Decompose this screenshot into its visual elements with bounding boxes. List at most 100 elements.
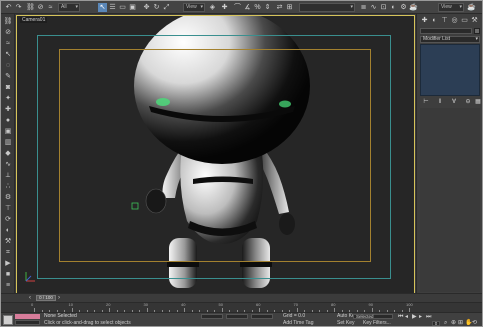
- remove-modifier-icon[interactable]: ⊖: [463, 98, 473, 105]
- named-selection-field[interactable]: ▾: [299, 3, 355, 12]
- link-icon[interactable]: ⛓: [3, 17, 13, 25]
- pivot-center-icon[interactable]: ◈: [208, 3, 217, 12]
- redo-icon[interactable]: ↷: [14, 3, 23, 12]
- curve-editor-icon[interactable]: ∿: [369, 3, 378, 12]
- maxscript-mini-listener-output[interactable]: [15, 314, 40, 319]
- previous-frame-icon[interactable]: ◂: [405, 314, 408, 320]
- select-object-icon[interactable]: ↖: [98, 3, 107, 12]
- utilities-tab-icon[interactable]: ⚒: [470, 16, 479, 25]
- x-coordinate-field[interactable]: [201, 314, 223, 319]
- bone-icon[interactable]: ⟂: [3, 171, 13, 179]
- modifier-list-dropdown[interactable]: Modifier List ▾: [420, 36, 480, 43]
- reference-coordinate-dropdown[interactable]: View ▾: [183, 3, 205, 12]
- sphere-icon[interactable]: ●: [3, 116, 13, 124]
- zoom-all-icon[interactable]: ⊕: [451, 320, 456, 326]
- align-icon[interactable]: ⊞: [285, 3, 294, 12]
- hierarchy-icon[interactable]: ⊤: [3, 204, 13, 212]
- light-icon[interactable]: ✦: [3, 94, 13, 102]
- paint-icon[interactable]: ✎: [3, 72, 13, 80]
- bind-space-warp-icon[interactable]: ≈: [46, 3, 55, 12]
- window-crossing-icon[interactable]: ▣: [128, 3, 137, 12]
- angle-snap-icon[interactable]: ∡: [243, 3, 252, 12]
- y-coordinate-field[interactable]: [226, 314, 248, 319]
- make-unique-icon[interactable]: ∀: [449, 98, 459, 105]
- configure-sets-icon[interactable]: ▦: [473, 98, 482, 105]
- add-time-tag[interactable]: Add Time Tag: [283, 321, 313, 326]
- object-color-swatch[interactable]: [474, 28, 480, 34]
- go-to-start-icon[interactable]: ⏮: [398, 314, 403, 320]
- move-icon[interactable]: ✥: [142, 3, 151, 12]
- shapes-icon[interactable]: ◆: [3, 149, 13, 157]
- unlink-icon[interactable]: ⊘: [3, 28, 13, 36]
- orbit-icon[interactable]: ⟲: [472, 320, 477, 326]
- schematic-view-icon[interactable]: ⊡: [379, 3, 388, 12]
- material-editor-icon[interactable]: ◐: [389, 3, 398, 12]
- play-icon[interactable]: ▶: [3, 259, 13, 267]
- manipulate-icon[interactable]: ✚: [220, 3, 229, 12]
- mirror-icon[interactable]: ⇄: [275, 3, 284, 12]
- particle-icon[interactable]: ∴: [3, 182, 13, 190]
- motion-icon[interactable]: ⟳: [3, 215, 13, 223]
- show-end-result-icon[interactable]: ‖: [435, 98, 445, 105]
- object-name-field[interactable]: [420, 28, 472, 34]
- system-icon[interactable]: ⚙: [3, 193, 13, 201]
- pin-stack-icon[interactable]: ⊢: [421, 98, 431, 105]
- spinner-snap-icon[interactable]: ⇕: [263, 3, 272, 12]
- viewport-label[interactable]: Camera01: [20, 17, 48, 23]
- display-icon[interactable]: ◐: [3, 226, 13, 234]
- zoom-extents-icon[interactable]: ⊞: [458, 320, 463, 326]
- track-bar[interactable]: 0 10 20 30 40 50 60 70 80 90 100: [1, 302, 482, 312]
- space-warp-icon[interactable]: ≈: [3, 39, 13, 47]
- render-setup-icon[interactable]: ⚙: [399, 3, 408, 12]
- zoom-icon[interactable]: ⌕: [444, 320, 447, 326]
- undo-icon[interactable]: ↶: [4, 3, 13, 12]
- current-frame-field[interactable]: 0: [432, 321, 440, 326]
- z-coordinate-field[interactable]: [251, 314, 273, 319]
- spline-icon[interactable]: ∿: [3, 160, 13, 168]
- go-to-end-icon[interactable]: ⏭: [426, 314, 431, 320]
- scale-icon[interactable]: ⤢: [162, 3, 171, 12]
- rotate-icon[interactable]: ↻: [152, 3, 161, 12]
- quick-render-icon[interactable]: ☕: [467, 3, 476, 12]
- unlink-icon[interactable]: ⊘: [36, 3, 45, 12]
- next-frame-icon[interactable]: ›: [58, 295, 60, 302]
- hierarchy-tab-icon[interactable]: ⊤: [440, 16, 449, 25]
- utilities-icon[interactable]: ⚒: [3, 237, 13, 245]
- wire-icon[interactable]: ⌗: [3, 248, 13, 256]
- modifier-stack[interactable]: [420, 44, 480, 96]
- prev-frame-icon[interactable]: ‹: [29, 295, 31, 302]
- maxscript-listener-icon[interactable]: [3, 315, 13, 325]
- select-icon[interactable]: ↖: [3, 50, 13, 58]
- stop-icon[interactable]: ■: [3, 270, 13, 278]
- chevron-down-icon: ▾: [475, 36, 478, 42]
- modify-tab-icon[interactable]: ◐: [430, 16, 439, 25]
- chevron-down-icon: ▾: [350, 4, 353, 10]
- selection-filter-dropdown[interactable]: All ▾: [58, 3, 80, 12]
- helper-icon[interactable]: ✚: [3, 105, 13, 113]
- view-dropdown[interactable]: View ▾: [438, 3, 464, 12]
- layers-icon[interactable]: ≡: [3, 281, 13, 289]
- time-slider[interactable]: 0 / 100: [36, 295, 56, 301]
- create-tab-icon[interactable]: ✚: [420, 16, 429, 25]
- layer-manager-icon[interactable]: ≣: [359, 3, 368, 12]
- rectangular-selection-icon[interactable]: ▭: [118, 3, 127, 12]
- play-icon[interactable]: ▶: [412, 314, 417, 320]
- maxscript-mini-listener-input[interactable]: [15, 320, 40, 325]
- set-key-button[interactable]: Set Key: [337, 321, 355, 326]
- lasso-icon[interactable]: ◌: [3, 61, 13, 69]
- camera-viewport[interactable]: Camera01: [16, 15, 415, 294]
- snaps-toggle-icon[interactable]: ⌒: [233, 3, 242, 12]
- cylinder-icon[interactable]: ▥: [3, 138, 13, 146]
- prompt-line: Click or click-and-drag to select object…: [44, 320, 131, 326]
- next-frame-icon[interactable]: ▸: [419, 314, 422, 320]
- key-filters-button[interactable]: Key Filters...: [363, 321, 391, 326]
- box-icon[interactable]: ▣: [3, 127, 13, 135]
- display-tab-icon[interactable]: ▭: [460, 16, 469, 25]
- camera-icon[interactable]: ◙: [3, 83, 13, 91]
- render-icon[interactable]: ☕: [409, 3, 418, 12]
- select-link-icon[interactable]: ⛓: [26, 3, 35, 12]
- percent-snap-icon[interactable]: %: [253, 3, 262, 12]
- select-by-name-icon[interactable]: ☰: [108, 3, 117, 12]
- key-mode-dropdown[interactable]: Selected: [353, 314, 393, 319]
- motion-tab-icon[interactable]: ◎: [450, 16, 459, 25]
